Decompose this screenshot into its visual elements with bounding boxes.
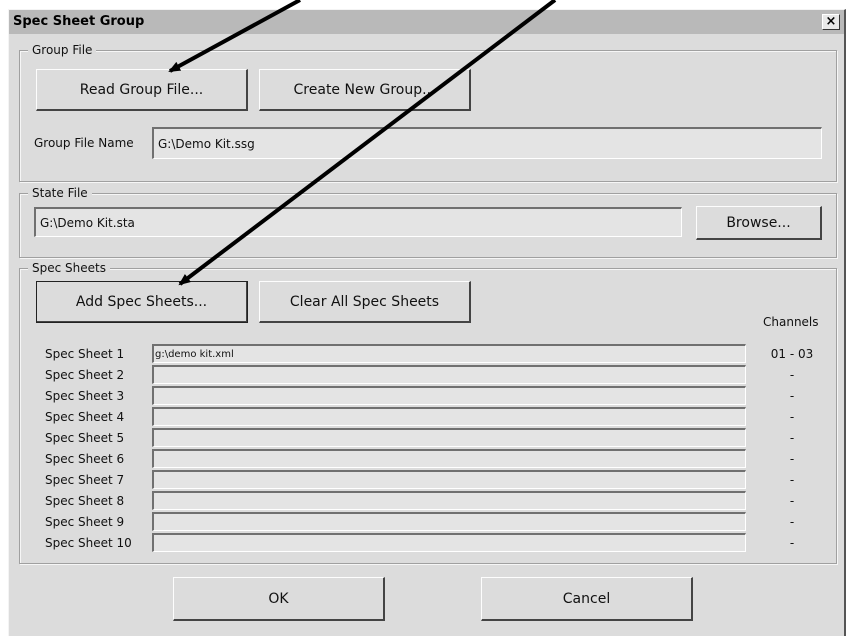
- annotation-arrows: [168, 0, 557, 286]
- arrow-to-read-group-file: [168, 0, 301, 73]
- arrow-to-add-spec-sheets: [178, 0, 557, 286]
